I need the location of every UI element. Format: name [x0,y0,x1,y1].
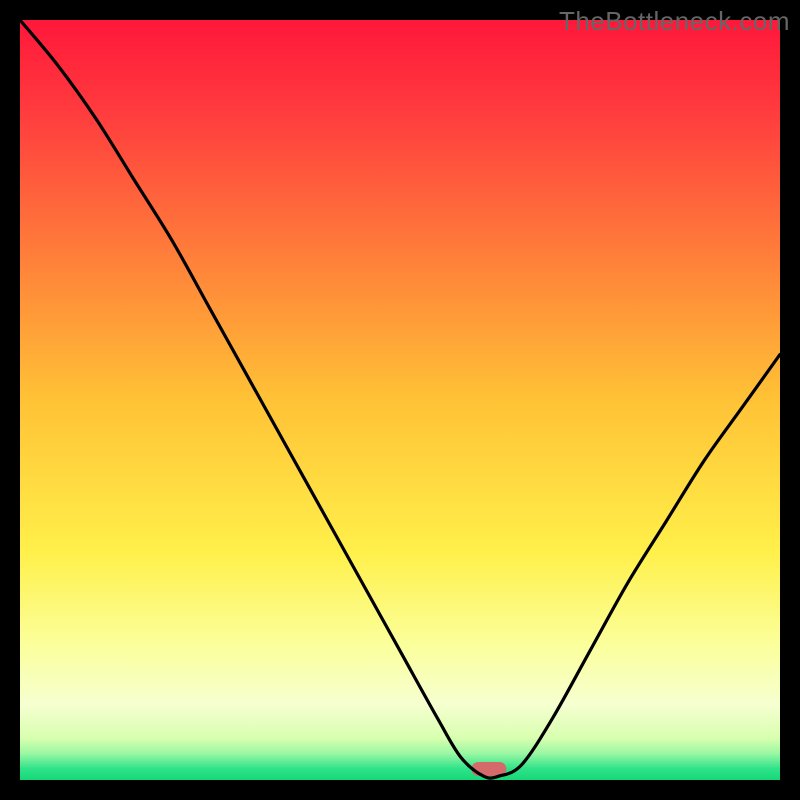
chart-canvas: TheBottleneck.com [0,0,800,800]
gradient-background [20,20,780,780]
plot-area [20,20,780,780]
watermark-text: TheBottleneck.com [559,6,790,37]
bottleneck-plot-svg [20,20,780,780]
